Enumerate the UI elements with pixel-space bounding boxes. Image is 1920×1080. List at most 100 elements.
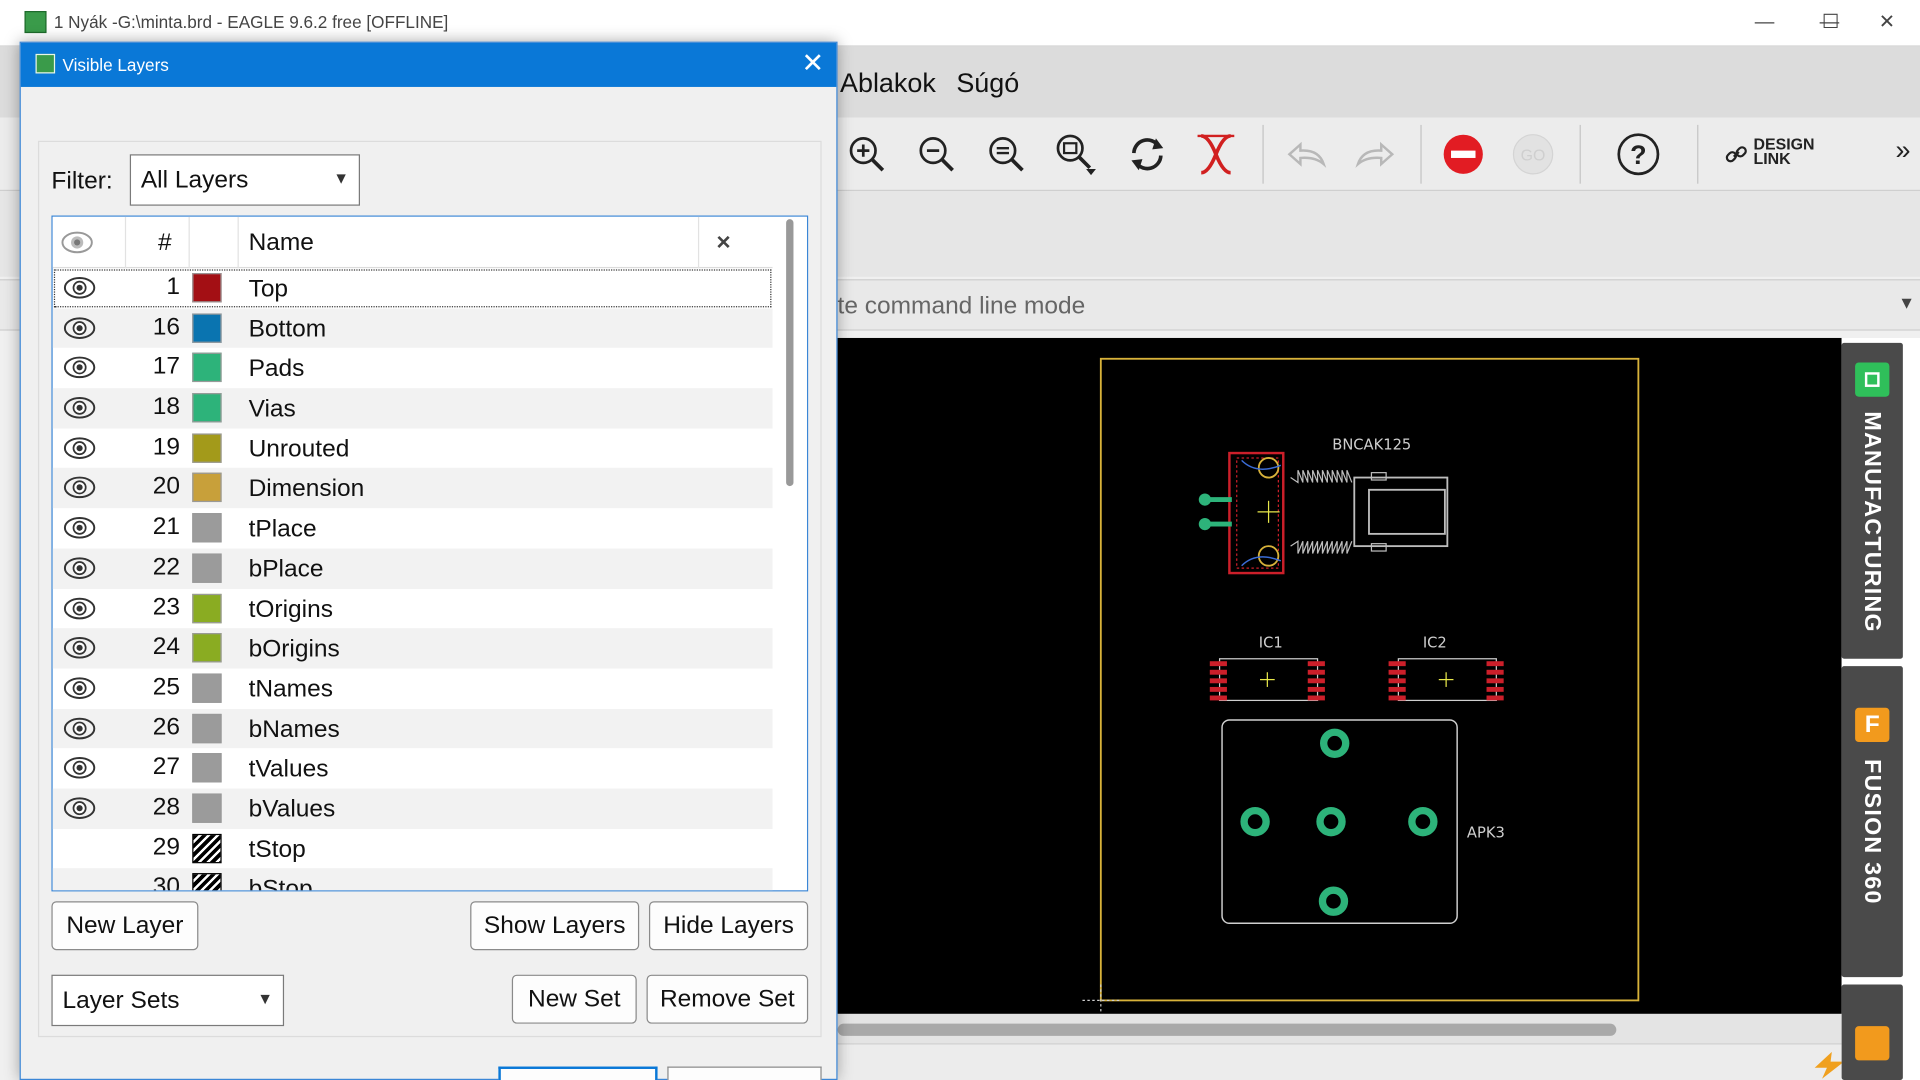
layer-color-swatch[interactable] [192,513,222,543]
layer-color-swatch[interactable] [192,433,222,463]
part-bncak125[interactable]: BNCAK125 [1198,436,1449,575]
layer-sets-dropdown[interactable]: Layer Sets ▼ [51,974,285,1027]
maximize-button[interactable]: ☐ [1802,5,1858,42]
layer-row[interactable]: 16 Bottom [52,308,773,349]
design-link-button[interactable]: DESIGN LINK [1724,136,1846,174]
extra-side-tab[interactable] [1841,984,1903,1080]
zoom-in-icon[interactable] [845,132,889,176]
layer-row[interactable]: 17 Pads [53,348,773,388]
toolbar-overflow-button[interactable]: » [1896,135,1911,167]
eye-icon[interactable] [62,396,96,420]
layer-row[interactable]: 19 Unrouted [53,428,773,468]
stop-icon[interactable] [1441,132,1485,176]
canvas-horizontal-scrollbar[interactable] [837,1013,1842,1044]
name-column-header[interactable]: Name [239,216,700,269]
layer-row[interactable]: 25 tNames [53,668,773,708]
zoom-out-icon[interactable] [915,132,959,176]
eye-icon[interactable] [62,796,96,820]
show-layers-button[interactable]: Show Layers [470,901,640,951]
layer-color-swatch[interactable] [192,873,222,891]
eye-icon[interactable] [62,356,96,380]
cancel-button[interactable] [667,1066,822,1080]
visibility-column-header[interactable] [53,216,127,269]
remove-set-button[interactable]: Remove Set [646,974,809,1024]
layer-row[interactable]: 1 Top [53,268,773,308]
layer-row[interactable]: 27 tValues [53,748,773,788]
zoom-fit-icon[interactable] [984,132,1028,176]
eye-icon[interactable] [62,716,96,740]
hide-layers-button[interactable]: Hide Layers [648,901,809,951]
svg-text:?: ? [1630,140,1646,170]
eye-icon[interactable] [62,676,96,700]
board-canvas[interactable]: BNCAK125 IC1 IC2 APK3 [837,337,1842,1014]
eye-icon[interactable] [62,556,96,580]
go-icon[interactable]: GO [1511,132,1555,176]
undo-icon[interactable] [1284,132,1328,176]
minimize-button[interactable]: — [1736,5,1792,42]
chevron-down-icon: ▼ [333,168,349,188]
layer-color-swatch[interactable] [192,793,222,823]
layers-vertical-scrollbar[interactable] [772,216,807,891]
eye-icon[interactable] [62,756,96,780]
layer-color-swatch[interactable] [192,753,222,783]
eye-icon[interactable] [62,596,96,620]
layer-color-swatch[interactable] [192,593,222,623]
part-label-ic1: IC1 [1259,635,1283,652]
part-ic2[interactable]: IC2 [1388,635,1504,702]
layer-row[interactable]: 29 tStop [53,829,773,869]
layer-row[interactable]: 21 tPlace [53,508,773,548]
menu-ablakok[interactable]: Ablakok [840,67,936,99]
redraw-icon[interactable] [1125,132,1169,176]
layer-color-swatch[interactable] [192,553,222,583]
eye-icon[interactable] [62,876,91,890]
command-history-dropdown[interactable]: ▼ [1898,293,1915,313]
layer-color-swatch[interactable] [192,473,222,503]
part-apk3[interactable]: APK3 [1221,719,1505,925]
layer-row[interactable]: 28 bValues [52,788,773,829]
new-set-button[interactable]: New Set [511,974,637,1024]
eye-icon[interactable] [62,276,96,300]
clear-column-header[interactable]: × [699,217,772,268]
filter-dropdown[interactable]: All Layers ▼ [129,154,361,206]
zoom-select-icon[interactable] [1054,132,1098,176]
fusion-360-tab[interactable]: F FUSION 360 [1841,666,1903,978]
new-layer-button[interactable]: New Layer [51,901,199,951]
eye-icon[interactable] [62,636,96,660]
manufacturing-tab[interactable]: MANUFACTURING [1841,342,1903,659]
layer-row[interactable]: 30 bStop [52,868,773,891]
eye-icon[interactable] [62,436,96,460]
eye-icon[interactable] [62,476,96,500]
layer-row[interactable]: 26 bNames [52,708,773,749]
help-icon[interactable]: ? [1616,132,1660,176]
layer-color-swatch[interactable] [192,273,222,303]
number-column-header[interactable]: # [126,216,190,269]
layer-color-swatch[interactable] [192,633,222,663]
layer-name: Top [248,275,289,303]
layer-row[interactable]: 24 bOrigins [52,628,773,669]
close-button[interactable]: ✕ [1859,5,1915,42]
ok-button[interactable] [498,1066,658,1080]
scrollbar-thumb[interactable] [837,1023,1617,1036]
layer-color-swatch[interactable] [192,393,222,423]
layer-row[interactable]: 23 tOrigins [53,588,773,628]
layer-number: 22 [152,553,181,581]
cancel-x-icon[interactable] [1194,132,1238,176]
layer-color-swatch[interactable] [192,833,222,863]
scrollbar-thumb[interactable] [786,219,794,487]
dialog-close-icon[interactable]: ✕ [802,48,825,78]
eye-icon[interactable] [62,316,96,340]
part-ic1[interactable]: IC1 [1209,635,1325,702]
layer-color-swatch[interactable] [192,353,222,383]
eagle-board-icon [24,11,47,34]
layer-row[interactable]: 22 bPlace [52,548,773,589]
menu-sugo[interactable]: Súgó [956,67,1019,99]
layer-row[interactable]: 18 Vias [52,388,773,429]
eye-icon[interactable] [62,836,91,860]
eye-icon[interactable] [62,516,96,540]
layer-color-swatch[interactable] [192,313,222,343]
layer-color-swatch[interactable] [192,713,222,743]
redo-icon[interactable] [1353,132,1397,176]
color-column-header[interactable] [190,216,239,269]
layer-row[interactable]: 20 Dimension [52,468,773,509]
layer-color-swatch[interactable] [192,673,222,703]
